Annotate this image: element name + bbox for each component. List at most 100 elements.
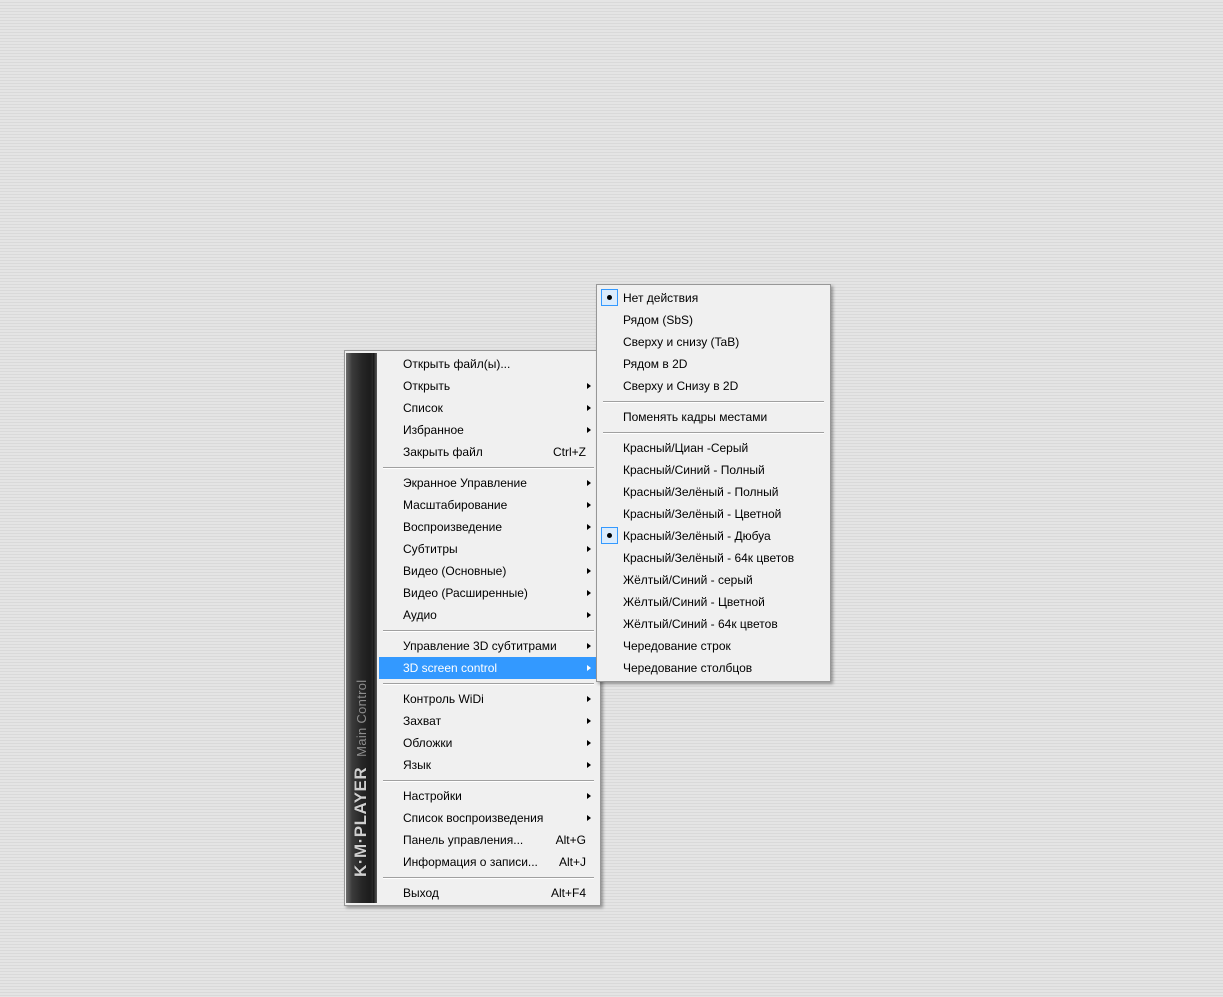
menu-item-language[interactable]: Язык <box>379 754 598 776</box>
menu-item-label: Воспроизведение <box>403 520 503 534</box>
menu-item-video-basic[interactable]: Видео (Основные) <box>379 560 598 582</box>
menu-item-yellow-blue-64k[interactable]: Жёлтый/Синий - 64к цветов <box>599 613 828 635</box>
menu-item-yellow-blue-gray[interactable]: Жёлтый/Синий - серый <box>599 569 828 591</box>
menu-item-red-green-dubois[interactable]: Красный/Зелёный - Дюбуа <box>599 525 828 547</box>
submenu-arrow-icon <box>587 568 591 574</box>
menu-item-label: Сверху и снизу (TaB) <box>623 335 740 349</box>
menu-item-row-interleave[interactable]: Чередование строк <box>599 635 828 657</box>
menu-item-list[interactable]: Список <box>379 397 598 419</box>
menu-item-close-file[interactable]: Закрыть файл Ctrl+Z <box>379 441 598 463</box>
menu-item-exit[interactable]: Выход Alt+F4 <box>379 882 598 904</box>
context-menu-main: K·M·PLAYER Main Control Открыть файл(ы)..… <box>344 350 601 906</box>
menu-item-shortcut: Alt+J <box>558 855 586 869</box>
menu-item-favorites[interactable]: Избранное <box>379 419 598 441</box>
submenu-arrow-icon <box>587 643 591 649</box>
menu-item-screen-control[interactable]: Экранное Управление <box>379 472 598 494</box>
menu-item-label: Субтитры <box>403 542 458 556</box>
menu-item-red-green-color[interactable]: Красный/Зелёный - Цветной <box>599 503 828 525</box>
menu-item-label: Поменять кадры местами <box>623 410 768 424</box>
menu-item-label: Видео (Основные) <box>403 564 507 578</box>
menu-item-record-info[interactable]: Информация о записи... Alt+J <box>379 851 598 873</box>
menu-item-swap-frames[interactable]: Поменять кадры местами <box>599 406 828 428</box>
menu-separator <box>379 626 598 635</box>
menu-item-yellow-blue-color[interactable]: Жёлтый/Синий - Цветной <box>599 591 828 613</box>
menu-separator <box>379 463 598 472</box>
menu-item-label: Чередование строк <box>623 639 731 653</box>
menu-item-scaling[interactable]: Масштабирование <box>379 494 598 516</box>
menu-item-label: Красный/Зелёный - Цветной <box>623 507 782 521</box>
menu-item-label: Панель управления... <box>403 833 524 847</box>
menu-item-label: Экранное Управление <box>403 476 527 490</box>
menu-item-video-advanced[interactable]: Видео (Расширенные) <box>379 582 598 604</box>
menu-item-label: Выход <box>403 886 439 900</box>
submenu-arrow-icon <box>587 696 591 702</box>
menu-item-label: Красный/Зелёный - Полный <box>623 485 779 499</box>
menu-item-top-and-bottom-2d[interactable]: Сверху и Снизу в 2D <box>599 375 828 397</box>
menu-item-label: Открыть файл(ы)... <box>403 357 511 371</box>
menu-item-open[interactable]: Открыть <box>379 375 598 397</box>
menu-item-label: Язык <box>403 758 432 772</box>
submenu-arrow-icon <box>587 718 591 724</box>
menu-item-shortcut: Alt+G <box>555 833 586 847</box>
menu-item-red-cyan-gray[interactable]: Красный/Циан -Серый <box>599 437 828 459</box>
menu-item-label: Управление 3D субтитрами <box>403 639 557 653</box>
menu-item-control-panel[interactable]: Панель управления... Alt+G <box>379 829 598 851</box>
menu-item-open-files[interactable]: Открыть файл(ы)... <box>379 353 598 375</box>
radio-check-icon <box>601 527 618 544</box>
menu-item-label: Настройки <box>403 789 462 803</box>
menu-item-side-by-side[interactable]: Рядом (SbS) <box>599 309 828 331</box>
submenu-arrow-icon <box>587 612 591 618</box>
menu-item-red-green-64k[interactable]: Красный/Зелёный - 64к цветов <box>599 547 828 569</box>
kmplayer-brand-strip: K·M·PLAYER Main Control <box>346 353 377 903</box>
menu-item-label: Обложки <box>403 736 453 750</box>
menu-item-label: Нет действия <box>623 291 699 305</box>
menu-item-subtitles[interactable]: Субтитры <box>379 538 598 560</box>
submenu-arrow-icon <box>587 815 591 821</box>
submenu-arrow-icon <box>587 427 591 433</box>
submenu-arrow-icon <box>587 740 591 746</box>
menu-item-side-by-side-2d[interactable]: Рядом в 2D <box>599 353 828 375</box>
submenu-arrow-icon <box>587 524 591 530</box>
menu-item-playlist[interactable]: Список воспроизведения <box>379 807 598 829</box>
submenu-arrow-icon <box>587 405 591 411</box>
menu-item-3d-screen-control[interactable]: 3D screen control <box>379 657 598 679</box>
menu-item-label: Список <box>403 401 443 415</box>
submenu-arrow-icon <box>587 383 591 389</box>
menu-item-label: 3D screen control <box>403 661 498 675</box>
menu-item-settings[interactable]: Настройки <box>379 785 598 807</box>
submenu-arrow-icon <box>587 590 591 596</box>
main-menu-items: Открыть файл(ы)... Открыть Список Избранное… <box>379 353 598 904</box>
submenu-3d-screen-control: Нет действия Рядом (SbS) Сверху и снизу (T… <box>596 284 831 682</box>
menu-item-label: Список воспроизведения <box>403 811 544 825</box>
menu-item-label: Рядом (SbS) <box>623 313 694 327</box>
menu-item-label: Видео (Расширенные) <box>403 586 528 600</box>
menu-item-label: Рядом в 2D <box>623 357 688 371</box>
menu-separator <box>379 679 598 688</box>
menu-item-label: Информация о записи... <box>403 855 538 869</box>
menu-item-label: Чередование столбцов <box>623 661 753 675</box>
menu-item-label: Красный/Циан -Серый <box>623 441 749 455</box>
menu-item-label: Контроль WiDi <box>403 692 484 706</box>
menu-item-red-green-full[interactable]: Красный/Зелёный - Полный <box>599 481 828 503</box>
menu-item-label: Жёлтый/Синий - серый <box>623 573 753 587</box>
menu-item-3d-subtitles-control[interactable]: Управление 3D субтитрами <box>379 635 598 657</box>
menu-item-label: Жёлтый/Синий - Цветной <box>623 595 765 609</box>
submenu-arrow-icon <box>587 762 591 768</box>
menu-item-shortcut: Ctrl+Z <box>553 445 586 459</box>
menu-item-playback[interactable]: Воспроизведение <box>379 516 598 538</box>
menu-item-audio[interactable]: Аудио <box>379 604 598 626</box>
submenu-arrow-icon <box>587 665 591 671</box>
menu-item-label: Избранное <box>403 423 464 437</box>
menu-separator <box>599 428 828 437</box>
menu-item-widi-control[interactable]: Контроль WiDi <box>379 688 598 710</box>
menu-item-no-action[interactable]: Нет действия <box>599 287 828 309</box>
main-control-label: Main Control <box>354 679 369 757</box>
menu-item-label: Открыть <box>403 379 451 393</box>
menu-item-skins[interactable]: Обложки <box>379 732 598 754</box>
menu-item-capture[interactable]: Захват <box>379 710 598 732</box>
menu-item-label: Красный/Зелёный - 64к цветов <box>623 551 795 565</box>
menu-item-red-blue-full[interactable]: Красный/Синий - Полный <box>599 459 828 481</box>
submenu-arrow-icon <box>587 793 591 799</box>
menu-item-top-and-bottom[interactable]: Сверху и снизу (TaB) <box>599 331 828 353</box>
menu-item-column-interleave[interactable]: Чередование столбцов <box>599 657 828 679</box>
